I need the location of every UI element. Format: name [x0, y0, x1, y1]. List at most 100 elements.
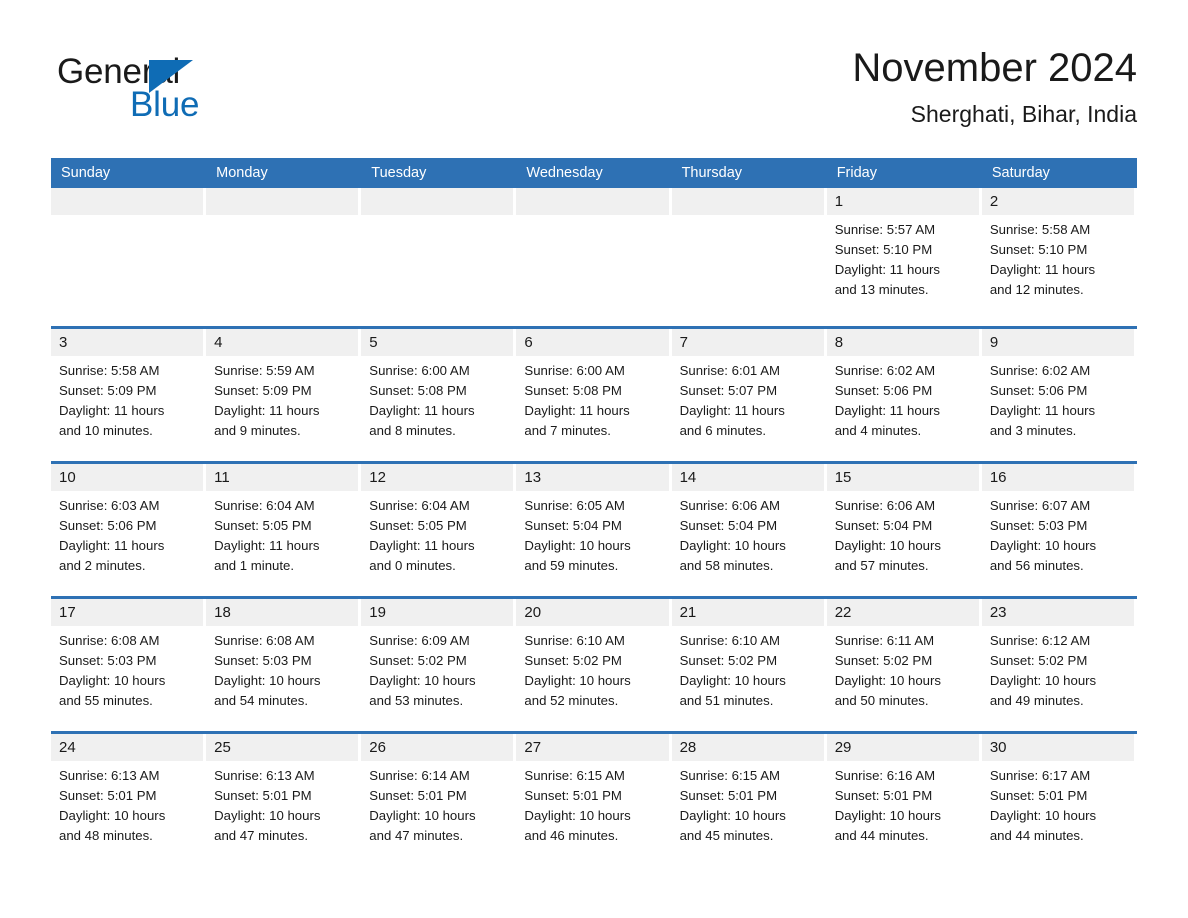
day-number: 23 — [981, 599, 1134, 626]
day-number: 2 — [981, 188, 1134, 215]
calendar-day-cell[interactable]: 19 Sunrise: 6:09 AM Sunset: 5:02 PM Dayligh… — [361, 599, 517, 726]
daylight-duration-line2: and 52 minutes. — [524, 693, 619, 708]
day-number — [51, 188, 204, 215]
weekday-header-wednesday: Wednesday — [526, 165, 603, 181]
sunrise-time: Sunrise: 6:06 AM — [679, 498, 780, 513]
calendar-day-cell[interactable]: 13 Sunrise: 6:05 AM Sunset: 5:04 PM Dayligh… — [516, 464, 672, 591]
calendar-day-cell[interactable]: 1 Sunrise: 5:57 AM Sunset: 5:10 PM Daylight… — [826, 188, 982, 321]
sunrise-time: Sunrise: 5:59 AM — [214, 363, 315, 378]
calendar-day-cell[interactable]: 3 Sunrise: 5:58 AM Sunset: 5:09 PM Daylight… — [51, 329, 207, 456]
weeks-container: 1 Sunrise: 5:57 AM Sunset: 5:10 PM Daylight… — [51, 188, 1137, 861]
sunrise-time: Sunrise: 6:10 AM — [524, 633, 625, 648]
calendar-day-cell-empty — [51, 188, 207, 321]
daylight-duration-line1: Daylight: 10 hours — [989, 538, 1097, 553]
daylight-duration-line1: Daylight: 11 hours — [834, 262, 941, 277]
day-cell-inner: 16 Sunrise: 6:07 AM Sunset: 5:03 PM Dayligh… — [981, 464, 1134, 591]
day-sun-info: Sunrise: 6:01 AM Sunset: 5:07 PM Daylight:… — [672, 356, 824, 441]
calendar-day-cell[interactable]: 12 Sunrise: 6:04 AM Sunset: 5:05 PM Dayligh… — [361, 464, 517, 591]
calendar-day-cell[interactable]: 9 Sunrise: 6:02 AM Sunset: 5:06 PM Daylight… — [981, 329, 1137, 456]
calendar-grid: Sunday Monday Tuesday Wednesday Thursday… — [51, 158, 1137, 861]
daylight-duration-line2: and 0 minutes. — [369, 558, 456, 573]
daylight-duration-line2: and 48 minutes. — [59, 828, 153, 843]
daylight-duration-line2: and 4 minutes. — [834, 423, 922, 438]
calendar-day-cell[interactable]: 20 Sunrise: 6:10 AM Sunset: 5:02 PM Dayligh… — [516, 599, 672, 726]
daylight-duration-line1: Daylight: 10 hours — [679, 673, 786, 688]
calendar-day-cell[interactable]: 23 Sunrise: 6:12 AM Sunset: 5:02 PM Dayligh… — [981, 599, 1137, 726]
sunrise-time: Sunrise: 6:08 AM — [59, 633, 160, 648]
day-cell-inner: 6 Sunrise: 6:00 AM Sunset: 5:08 PM Daylight… — [516, 329, 669, 456]
sunrise-time: Sunrise: 6:13 AM — [214, 768, 315, 783]
calendar-day-cell[interactable]: 28 Sunrise: 6:15 AM Sunset: 5:01 PM Dayligh… — [671, 734, 827, 861]
day-sun-info: Sunrise: 6:04 AM Sunset: 5:05 PM Daylight:… — [361, 491, 513, 576]
day-cell-inner: 2 Sunrise: 5:58 AM Sunset: 5:10 PM Daylight… — [981, 188, 1134, 321]
calendar-day-cell[interactable]: 14 Sunrise: 6:06 AM Sunset: 5:04 PM Dayligh… — [671, 464, 827, 591]
calendar-day-cell[interactable]: 16 Sunrise: 6:07 AM Sunset: 5:03 PM Dayligh… — [981, 464, 1137, 591]
daylight-duration-line2: and 47 minutes. — [369, 828, 464, 843]
calendar-day-cell[interactable]: 7 Sunrise: 6:01 AM Sunset: 5:07 PM Daylight… — [671, 329, 827, 456]
day-sun-info: Sunrise: 6:05 AM Sunset: 5:04 PM Daylight:… — [516, 491, 668, 576]
sunrise-time: Sunrise: 6:01 AM — [679, 363, 780, 378]
day-sun-info: Sunrise: 6:06 AM Sunset: 5:04 PM Daylight:… — [827, 491, 979, 576]
sunset-time: Sunset: 5:06 PM — [834, 383, 933, 398]
calendar-day-cell[interactable]: 6 Sunrise: 6:00 AM Sunset: 5:08 PM Daylight… — [516, 329, 672, 456]
calendar-day-cell[interactable]: 30 Sunrise: 6:17 AM Sunset: 5:01 PM Dayligh… — [981, 734, 1137, 861]
daylight-duration-line1: Daylight: 10 hours — [834, 538, 941, 553]
day-sun-info: Sunrise: 6:11 AM Sunset: 5:02 PM Daylight:… — [827, 626, 979, 711]
brand-logo[interactable]: General Blue — [57, 53, 287, 133]
day-number: 22 — [826, 599, 979, 626]
day-sun-info: Sunrise: 5:59 AM Sunset: 5:09 PM Daylight:… — [206, 356, 358, 441]
calendar-day-cell[interactable]: 25 Sunrise: 6:13 AM Sunset: 5:01 PM Dayligh… — [206, 734, 362, 861]
daylight-duration-line1: Daylight: 10 hours — [679, 538, 786, 553]
day-cell-inner: 29 Sunrise: 6:16 AM Sunset: 5:01 PM Dayligh… — [826, 734, 979, 861]
day-cell-inner: 27 Sunrise: 6:15 AM Sunset: 5:01 PM Dayligh… — [516, 734, 669, 861]
daylight-duration-line2: and 46 minutes. — [524, 828, 619, 843]
day-cell-inner: 9 Sunrise: 6:02 AM Sunset: 5:06 PM Daylight… — [981, 329, 1134, 456]
day-sun-info: Sunrise: 6:15 AM Sunset: 5:01 PM Daylight:… — [672, 761, 824, 846]
calendar-week-row: 10 Sunrise: 6:03 AM Sunset: 5:06 PM Dayligh… — [51, 461, 1137, 591]
sunrise-time: Sunrise: 5:57 AM — [834, 222, 936, 237]
day-sun-info: Sunrise: 6:10 AM Sunset: 5:02 PM Daylight:… — [516, 626, 668, 711]
daylight-duration-line1: Daylight: 10 hours — [214, 673, 321, 688]
sunrise-time: Sunrise: 6:12 AM — [989, 633, 1091, 648]
day-number: 28 — [671, 734, 824, 761]
sunrise-time: Sunrise: 5:58 AM — [59, 363, 160, 378]
daylight-duration-line2: and 13 minutes. — [834, 282, 929, 297]
calendar-day-cell[interactable]: 27 Sunrise: 6:15 AM Sunset: 5:01 PM Dayligh… — [516, 734, 672, 861]
sunset-time: Sunset: 5:01 PM — [989, 788, 1088, 803]
calendar-day-cell[interactable]: 18 Sunrise: 6:08 AM Sunset: 5:03 PM Dayligh… — [206, 599, 362, 726]
daylight-duration-line2: and 45 minutes. — [679, 828, 774, 843]
calendar-day-cell[interactable]: 15 Sunrise: 6:06 AM Sunset: 5:04 PM Dayligh… — [826, 464, 982, 591]
day-number: 3 — [51, 329, 204, 356]
daylight-duration-line2: and 57 minutes. — [834, 558, 929, 573]
calendar-week-row: 1 Sunrise: 5:57 AM Sunset: 5:10 PM Daylight… — [51, 188, 1137, 321]
daylight-duration-line1: Daylight: 11 hours — [989, 262, 1096, 277]
day-cell-inner: 28 Sunrise: 6:15 AM Sunset: 5:01 PM Dayligh… — [671, 734, 824, 861]
day-cell-inner: 11 Sunrise: 6:04 AM Sunset: 5:05 PM Dayligh… — [206, 464, 359, 591]
daylight-duration-line1: Daylight: 10 hours — [524, 808, 631, 823]
day-cell-inner: 25 Sunrise: 6:13 AM Sunset: 5:01 PM Dayligh… — [206, 734, 359, 861]
calendar-day-cell[interactable]: 2 Sunrise: 5:58 AM Sunset: 5:10 PM Daylight… — [981, 188, 1137, 321]
calendar-day-cell[interactable]: 17 Sunrise: 6:08 AM Sunset: 5:03 PM Dayligh… — [51, 599, 207, 726]
calendar-day-cell[interactable]: 29 Sunrise: 6:16 AM Sunset: 5:01 PM Dayligh… — [826, 734, 982, 861]
day-number: 10 — [51, 464, 204, 491]
day-number: 17 — [51, 599, 204, 626]
daylight-duration-line2: and 59 minutes. — [524, 558, 619, 573]
day-cell-inner: 1 Sunrise: 5:57 AM Sunset: 5:10 PM Daylight… — [826, 188, 979, 321]
day-number: 7 — [671, 329, 824, 356]
calendar-day-cell[interactable]: 5 Sunrise: 6:00 AM Sunset: 5:08 PM Daylight… — [361, 329, 517, 456]
sunrise-time: Sunrise: 6:04 AM — [369, 498, 470, 513]
calendar-day-cell[interactable]: 11 Sunrise: 6:04 AM Sunset: 5:05 PM Dayligh… — [206, 464, 362, 591]
day-number — [361, 188, 514, 215]
day-sun-info: Sunrise: 6:02 AM Sunset: 5:06 PM Daylight:… — [982, 356, 1134, 441]
calendar-day-cell[interactable]: 8 Sunrise: 6:02 AM Sunset: 5:06 PM Daylight… — [826, 329, 982, 456]
calendar-day-cell[interactable]: 10 Sunrise: 6:03 AM Sunset: 5:06 PM Dayligh… — [51, 464, 207, 591]
page-title: November 2024 — [852, 46, 1137, 90]
calendar-day-cell[interactable]: 26 Sunrise: 6:14 AM Sunset: 5:01 PM Dayligh… — [361, 734, 517, 861]
daylight-duration-line1: Daylight: 10 hours — [989, 673, 1097, 688]
calendar-day-cell[interactable]: 24 Sunrise: 6:13 AM Sunset: 5:01 PM Dayligh… — [51, 734, 207, 861]
calendar-day-cell[interactable]: 4 Sunrise: 5:59 AM Sunset: 5:09 PM Daylight… — [206, 329, 362, 456]
daylight-duration-line1: Daylight: 11 hours — [369, 538, 475, 553]
calendar-day-cell[interactable]: 22 Sunrise: 6:11 AM Sunset: 5:02 PM Dayligh… — [826, 599, 982, 726]
calendar-day-cell[interactable]: 21 Sunrise: 6:10 AM Sunset: 5:02 PM Dayligh… — [671, 599, 827, 726]
day-number: 13 — [516, 464, 669, 491]
